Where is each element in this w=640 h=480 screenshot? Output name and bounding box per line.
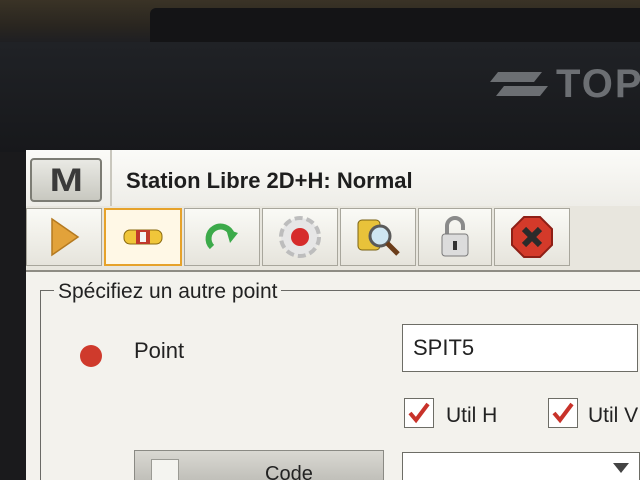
prism-button[interactable] — [104, 208, 182, 266]
prism-instrument-icon — [123, 229, 163, 245]
toolbar — [26, 206, 640, 272]
util-h-checkbox[interactable] — [404, 398, 434, 428]
lock-button[interactable] — [418, 208, 492, 266]
document-icon — [151, 459, 179, 480]
search-magnifier-icon — [357, 219, 400, 256]
code-button-label: Code — [265, 463, 313, 480]
point-label: Point — [134, 338, 185, 363]
code-button[interactable]: Code — [134, 450, 384, 480]
group-legend: Spécifiez un autre point — [54, 280, 282, 304]
stop-button[interactable] — [494, 208, 570, 266]
util-v-checkbox[interactable] — [548, 398, 578, 428]
point-input[interactable]: SPIT5 — [402, 324, 638, 372]
util-v-label: Util V — [588, 404, 639, 427]
search-button[interactable] — [340, 208, 416, 266]
title-bar: M Station Libre 2D+H: Normal — [26, 150, 640, 207]
padlock-icon — [441, 216, 469, 257]
redo-arrow-icon — [205, 223, 238, 250]
device-bezel-top — [0, 0, 640, 42]
main-menu-button[interactable]: M — [30, 158, 102, 202]
chevron-down-icon — [613, 463, 629, 473]
brand-logo-mark-icon — [490, 72, 548, 96]
target-button[interactable] — [262, 208, 338, 266]
point-status-dot — [80, 345, 102, 367]
util-h-label: Util H — [446, 404, 498, 427]
main-menu-label: M — [49, 161, 83, 198]
target-icon — [279, 216, 321, 258]
play-button[interactable] — [26, 208, 102, 266]
redo-button[interactable] — [184, 208, 260, 266]
code-select[interactable] — [402, 452, 640, 480]
play-arrow-icon — [51, 217, 80, 257]
app-screen: M Station Libre 2D+H: Normal Spécifiez u… — [26, 150, 640, 480]
page-title: Station Libre 2D+H: Normal — [126, 168, 413, 193]
brand-logo: TOP — [490, 60, 640, 110]
brand-text: TOP — [556, 62, 640, 106]
checkmark-icon — [552, 402, 574, 424]
stop-close-icon — [511, 216, 553, 258]
title-divider — [110, 150, 112, 206]
checkmark-icon — [408, 402, 430, 424]
